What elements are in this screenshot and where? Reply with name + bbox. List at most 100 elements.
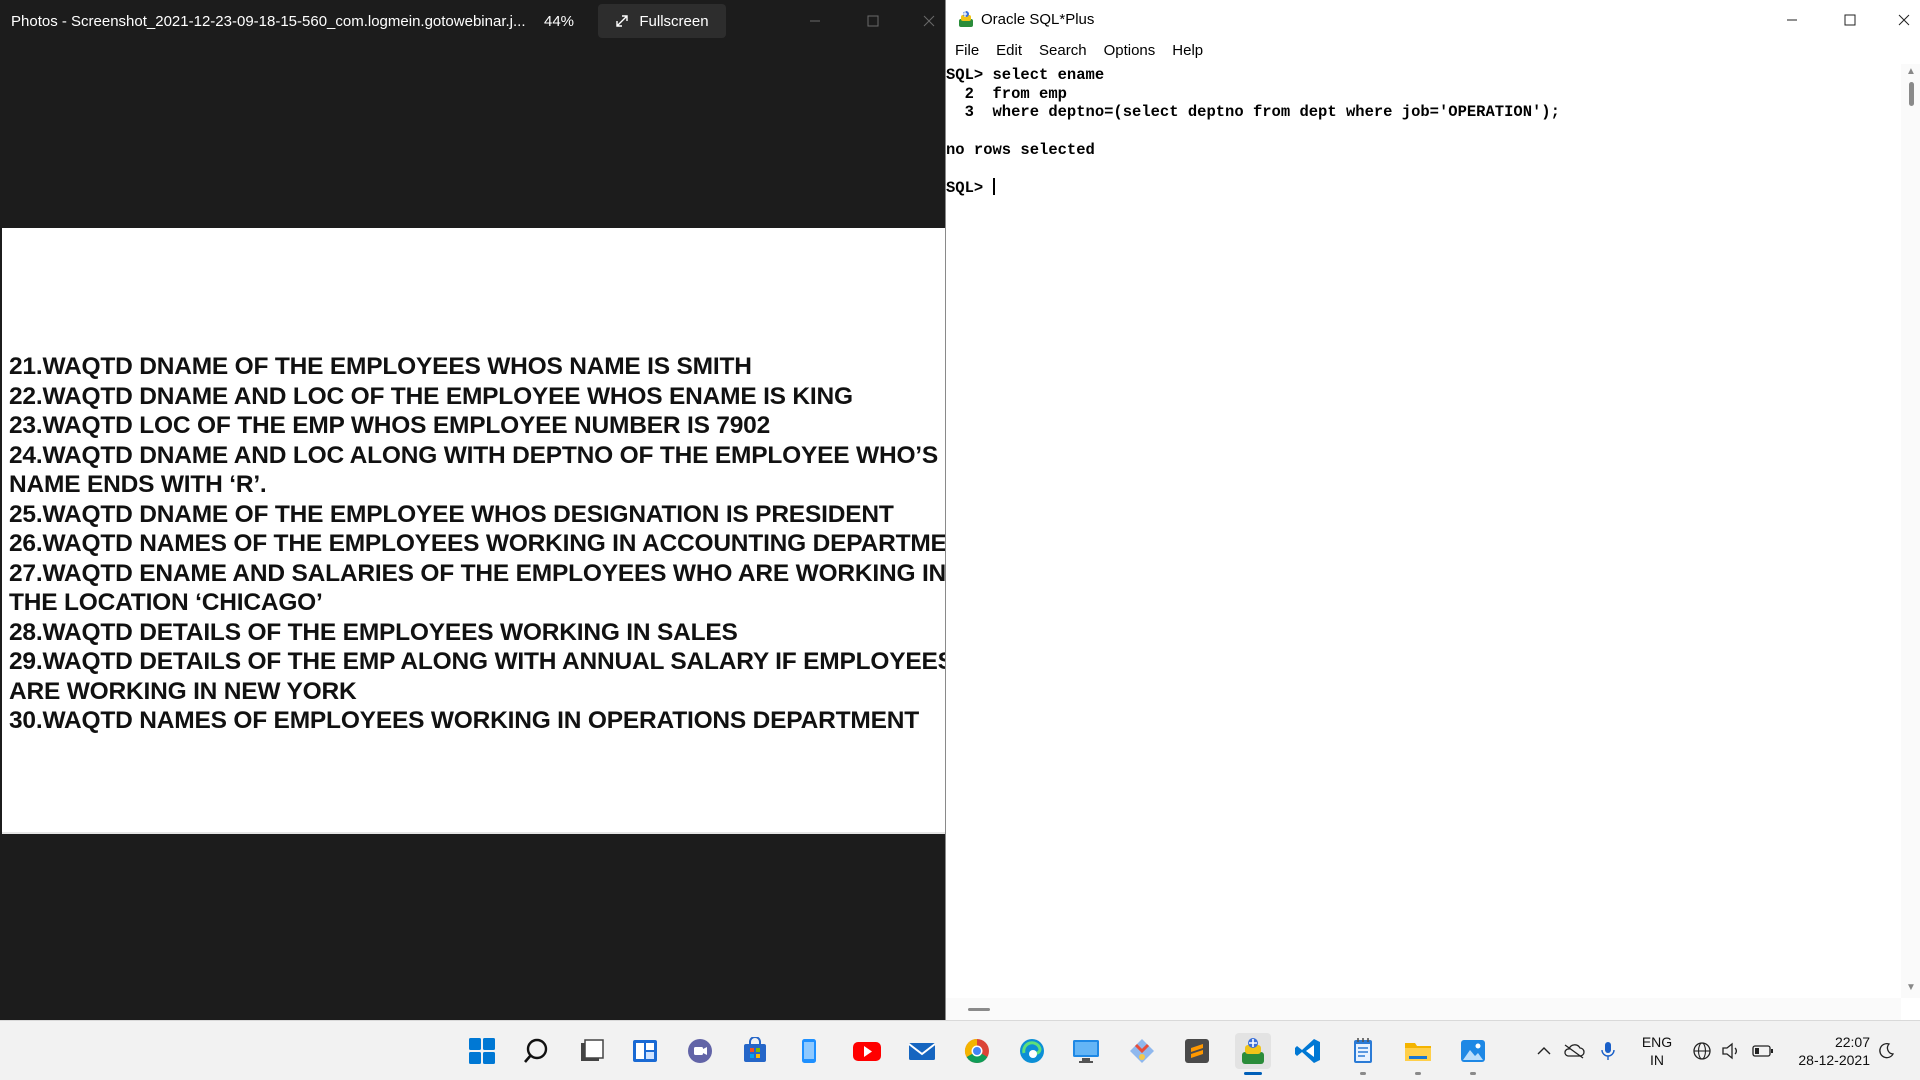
battery-icon[interactable] [1751,1039,1775,1063]
scroll-down-icon[interactable]: ▼ [1906,982,1916,993]
menu-file[interactable]: File [946,40,987,64]
menu-edit[interactable]: Edit [987,40,1030,64]
taskbar-app-microsoft-store[interactable] [737,1033,773,1069]
photos-maximize-button[interactable] [858,8,888,34]
console-line: SQL> [946,178,1560,198]
sqlplus-console[interactable]: SQL> select ename 2 from emp 3 where dep… [946,64,1901,998]
system-clock[interactable]: 22:07 28-12-2021 [1790,1033,1870,1069]
photos-titlebar[interactable]: Photos - Screenshot_2021-12-23-09-18-15-… [0,0,945,43]
fullscreen-label: Fullscreen [639,12,709,30]
taskbar-app-notepad[interactable] [1345,1033,1381,1075]
menu-search[interactable]: Search [1030,40,1095,64]
menu-help[interactable]: Help [1163,40,1211,64]
taskbar-app-teams-chat[interactable] [682,1033,718,1069]
sqlplus-window-title: Oracle SQL*Plus [981,11,1095,28]
zoom-level[interactable]: 44% [544,13,574,30]
chrome-icon [963,1037,991,1065]
phone-link-icon [795,1037,823,1065]
maximize-icon [1844,14,1856,26]
photos-window: Photos - Screenshot_2021-12-23-09-18-15-… [0,0,945,1020]
sqlplus-maximize-button[interactable] [1830,6,1870,34]
scroll-up-icon[interactable]: ▲ [1906,66,1916,77]
expand-icon [616,15,629,27]
microphone-icon[interactable] [1596,1039,1620,1063]
running-indicator [1360,1072,1366,1075]
question-line: 24.WAQTD DNAME AND LOC ALONG WITH DEPTNO… [9,441,939,469]
file-viewer-icon [577,1037,605,1065]
console-line-text: 3 where deptno=(select deptno from dept … [946,103,1560,122]
sublime-text-icon [1183,1037,1211,1065]
vertical-scroll-thumb[interactable] [1909,82,1914,106]
taskbar-app-oracle-sqlplus[interactable] [1235,1033,1271,1075]
question-line: NAME ENDS WITH ‘R’. [9,471,267,498]
taskbar-app-start[interactable] [464,1033,500,1069]
taskbar-app-widgets[interactable] [627,1033,663,1069]
minimize-icon [810,20,820,22]
network-globe-icon[interactable] [1690,1039,1714,1063]
notepad-icon [1349,1037,1377,1065]
taskbar-app-vscode[interactable] [1290,1033,1326,1069]
question-line: ARE WORKING IN NEW YORK [9,677,357,705]
photos-icon [1459,1037,1487,1065]
chevron-up-icon[interactable] [1532,1039,1556,1063]
volume-icon[interactable] [1719,1039,1743,1063]
console-line: no rows selected [946,141,1560,160]
taskbar-app-search[interactable] [518,1033,554,1069]
fullscreen-button[interactable]: Fullscreen [598,4,726,38]
mail-icon [907,1037,937,1065]
youtube-icon [852,1037,882,1065]
language-code: ENG [1641,1034,1673,1050]
photos-minimize-button[interactable] [800,8,830,34]
onedrive-offline-icon[interactable] [1562,1039,1586,1063]
photo-image[interactable]: 21.WAQTD DNAME OF THE EMPLOYEES WHOS NAM… [2,228,945,832]
question-line: 30.WAQTD NAMES OF EMPLOYEES WORKING IN O… [9,707,919,734]
clock-time: 22:07 [1834,1034,1870,1050]
running-indicator [1470,1072,1476,1075]
taskbar-app-youtube[interactable] [849,1033,885,1069]
taskbar-app-file-viewer[interactable] [573,1033,609,1069]
file-explorer-icon [1403,1037,1433,1065]
menu-options[interactable]: Options [1095,40,1164,64]
question-line: THE LOCATION ‘CHICAGO’ [9,589,323,616]
notification-moon-icon[interactable] [1874,1039,1898,1063]
region-code: IN [1650,1052,1664,1068]
photos-close-button[interactable] [914,8,944,34]
taskbar-app-file-explorer[interactable] [1400,1033,1436,1075]
input-language[interactable]: ENG IN [1640,1033,1674,1069]
widgets-icon [631,1037,659,1065]
taskbar-app-git[interactable] [1124,1033,1160,1069]
vertical-scrollbar[interactable]: ▲ ▼ [1901,64,1920,998]
console-line: 3 where deptno=(select deptno from dept … [946,103,1560,122]
taskbar-app-remote-desktop[interactable] [1068,1033,1104,1069]
question-line: 22.WAQTD DNAME AND LOC OF THE EMPLOYEE W… [9,382,853,410]
sqlplus-close-button[interactable] [1889,6,1919,34]
taskbar-app-edge[interactable] [1014,1033,1050,1069]
maximize-icon [867,15,879,27]
question-line: 26.WAQTD NAMES OF THE EMPLOYEES WORKING … [9,530,945,557]
horizontal-scroll-thumb[interactable] [968,1008,990,1011]
close-icon [1898,14,1910,26]
question-line: 27.WAQTD ENAME AND SALARIES OF THE EMPLO… [9,559,945,587]
console-line: ​ [946,160,1560,179]
text-caret [992,178,995,196]
taskbar-app-phone-link[interactable] [791,1033,827,1069]
photo-image-edge [2,832,945,834]
horizontal-scrollbar[interactable] [946,998,1901,1020]
question-line: 29.WAQTD DETAILS OF THE EMP ALONG WITH A… [9,648,945,675]
photos-window-title: Photos - Screenshot_2021-12-23-09-18-15-… [11,13,526,30]
taskbar-app-photos[interactable] [1455,1033,1491,1075]
clock-date: 28-12-2021 [1798,1052,1870,1068]
taskbar-app-chrome[interactable] [959,1033,995,1069]
console-line-text: SQL> [946,179,993,198]
taskbar-app-sublime-text[interactable] [1179,1033,1215,1069]
running-indicator [1415,1072,1421,1075]
teams-chat-icon [686,1037,714,1065]
remote-desktop-icon [1071,1037,1101,1065]
sqlplus-minimize-button[interactable] [1772,6,1812,34]
git-icon [1128,1037,1156,1065]
question-list: 21.WAQTD DNAME OF THE EMPLOYEES WHOS NAM… [9,352,945,736]
question-line: 28.WAQTD DETAILS OF THE EMPLOYEES WORKIN… [9,618,738,646]
sqlplus-titlebar[interactable]: Oracle SQL*Plus [946,0,1920,40]
minimize-icon [1787,19,1797,21]
taskbar-app-mail[interactable] [904,1033,940,1069]
